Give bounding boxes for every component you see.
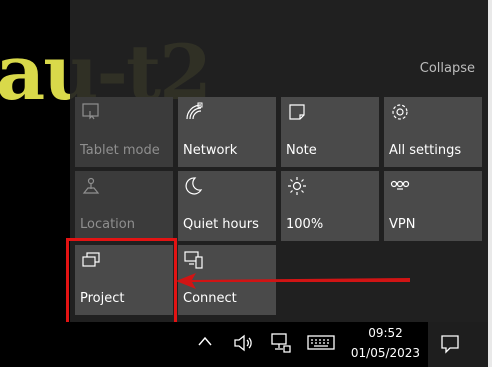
tile-vpn[interactable]: VPN xyxy=(384,171,482,241)
tile-label: Network xyxy=(183,143,238,158)
collapse-button[interactable]: Collapse xyxy=(420,61,475,76)
network-wired-icon[interactable] xyxy=(270,332,292,354)
tablet-mode-icon xyxy=(81,102,101,122)
clock-date: 01/05/2023 xyxy=(350,346,421,360)
tile-quiet-hours[interactable]: Quiet hours xyxy=(178,171,276,241)
tile-label: Location xyxy=(80,217,135,232)
notification-icon xyxy=(441,335,459,354)
tile-all-settings[interactable]: All settings xyxy=(384,97,482,167)
tile-label: 100% xyxy=(286,217,324,232)
clock-time: 09:52 xyxy=(368,326,403,340)
vpn-icon xyxy=(390,176,410,196)
speaker-icon[interactable] xyxy=(232,332,254,354)
tile-brightness[interactable]: 100% xyxy=(281,171,379,241)
note-icon xyxy=(287,102,307,122)
annotation-arrow xyxy=(176,273,410,289)
tile-label: All settings xyxy=(389,143,462,158)
taskbar-clock[interactable]: 09:52 01/05/2023 xyxy=(349,322,422,367)
tile-note[interactable]: Note xyxy=(281,97,379,167)
brightness-icon xyxy=(287,176,307,196)
tile-label: Tablet mode xyxy=(80,143,160,158)
taskbar: 09:52 01/05/2023 xyxy=(0,322,492,367)
location-icon xyxy=(81,176,101,196)
connect-icon xyxy=(184,250,204,270)
screen-edge xyxy=(488,0,492,367)
chevron-up-icon[interactable] xyxy=(197,335,213,357)
tile-label: Quiet hours xyxy=(183,217,259,232)
gear-icon xyxy=(390,102,410,122)
tile-label: Connect xyxy=(183,291,237,306)
tile-tablet-mode[interactable]: Tablet mode xyxy=(75,97,173,167)
notification-center-button[interactable] xyxy=(428,322,488,367)
moon-icon xyxy=(184,176,204,196)
network-icon xyxy=(184,102,204,122)
tile-location[interactable]: Location xyxy=(75,171,173,241)
highlight-box xyxy=(66,238,177,325)
tile-label: Note xyxy=(286,143,317,158)
tile-label: VPN xyxy=(389,217,416,232)
tile-network[interactable]: Network xyxy=(178,97,276,167)
keyboard-icon[interactable] xyxy=(307,332,335,354)
